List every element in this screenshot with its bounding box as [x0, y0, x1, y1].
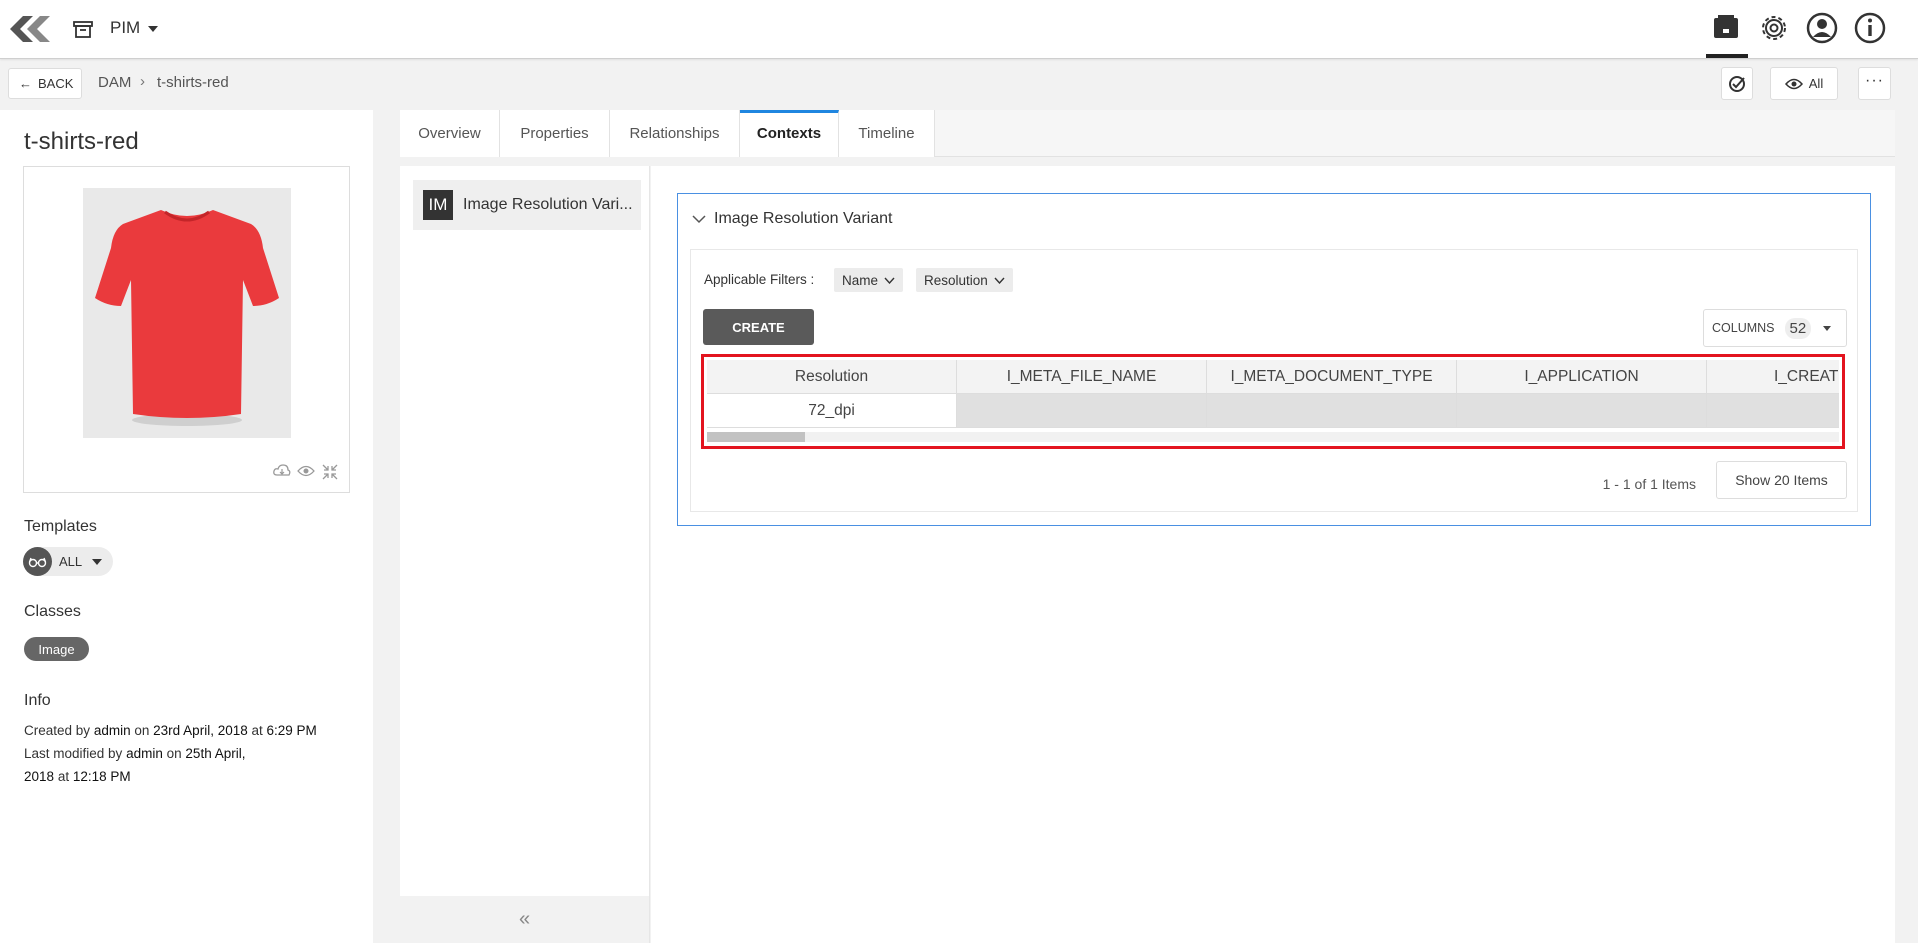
context-item[interactable]: IM Image Resolution Vari... [413, 180, 641, 230]
variant-panel-header[interactable]: Image Resolution Variant [692, 210, 892, 228]
app-switcher-icon[interactable] [1708, 10, 1744, 46]
breadcrumb-current: t-shirts-red [157, 74, 229, 91]
horizontal-scrollbar[interactable] [707, 432, 1839, 442]
back-label: BACK [38, 76, 74, 91]
grid-cell[interactable] [1457, 394, 1707, 428]
more-options-button[interactable]: ··· [1858, 67, 1891, 100]
templates-label: Templates [24, 518, 97, 535]
view-filter-label: All [1808, 76, 1824, 91]
pagination-summary: 1 - 1 of 1 Items [1602, 476, 1696, 492]
download-icon[interactable] [273, 464, 291, 478]
archive-icon[interactable] [72, 18, 94, 40]
user-icon[interactable] [1804, 10, 1840, 46]
scrollbar-thumb[interactable] [707, 432, 805, 442]
grid-header-cell[interactable]: I_META_FILE_NAME [957, 360, 1207, 394]
grid-cell[interactable]: 72_dpi [707, 394, 957, 428]
modified-info: Last modified by admin on 25th April, [24, 746, 246, 761]
tab-bar: Overview Properties Relationships Contex… [400, 110, 1895, 157]
classes-label: Classes [24, 603, 81, 620]
check-circle-icon [1729, 75, 1745, 92]
grid-cell[interactable] [957, 394, 1207, 428]
grid-cell[interactable] [1207, 394, 1457, 428]
preview-eye-icon[interactable] [297, 464, 315, 478]
collapse-panel-button[interactable]: « [400, 896, 649, 943]
data-grid: Resolution I_META_FILE_NAME I_META_DOCUM… [707, 360, 1839, 430]
approve-button[interactable] [1721, 67, 1753, 100]
grid-header-cell[interactable]: I_CREATE_ [1707, 360, 1839, 394]
context-badge: IM [423, 190, 453, 220]
modified-date: 25th April, [185, 746, 246, 761]
columns-label: COLUMNS [1712, 321, 1775, 335]
thumbnail-box [23, 166, 350, 493]
chevron-down-icon [994, 277, 1005, 284]
arrow-left-icon: ← [19, 76, 32, 91]
double-chevron-left-icon: « [518, 908, 531, 930]
more-dots-icon: ··· [1865, 71, 1884, 89]
app-menu-caret-icon[interactable] [148, 26, 158, 32]
thumbnail-image[interactable] [83, 188, 291, 438]
create-button[interactable]: CREATE [703, 309, 814, 345]
tshirt-image [95, 210, 279, 426]
tab-properties[interactable]: Properties [500, 110, 610, 157]
created-by: admin [93, 723, 131, 738]
collapse-arrows-icon[interactable] [321, 464, 339, 480]
created-date: 23rd April, 2018 [153, 723, 248, 738]
chevron-down-icon [884, 277, 895, 284]
view-filter-button[interactable]: All [1770, 67, 1838, 100]
breadcrumb-separator: › [140, 73, 145, 90]
variant-title: Image Resolution Variant [714, 210, 893, 227]
modified-info-cont: 2018 at 12:18 PM [24, 769, 131, 784]
grid-header-cell[interactable]: Resolution [707, 360, 957, 394]
created-info: Created by admin on 23rd April, 2018 at … [24, 723, 317, 738]
grid-header-cell[interactable]: I_APPLICATION [1457, 360, 1707, 394]
thumbnail-tools [273, 464, 339, 480]
modified-by: admin [126, 746, 163, 761]
eye-icon [1784, 78, 1803, 89]
context-item-label: Image Resolution Vari... [463, 196, 633, 213]
columns-selector[interactable]: COLUMNS 52 [1703, 309, 1847, 347]
tab-contexts[interactable]: Contexts [740, 110, 839, 157]
tab-timeline[interactable]: Timeline [839, 110, 935, 157]
created-time: 6:29 PM [266, 723, 317, 738]
entity-title: t-shirts-red [24, 128, 139, 155]
templates-value: ALL [59, 554, 83, 569]
filter-resolution[interactable]: Resolution [916, 268, 1013, 292]
caret-down-icon [1823, 325, 1832, 331]
logo-icon[interactable] [6, 12, 52, 46]
top-bar: PIM [0, 0, 1918, 59]
active-app-indicator [1706, 54, 1748, 58]
back-button[interactable]: ← BACK [8, 68, 82, 99]
modified-time: 12:18 PM [72, 769, 131, 784]
grid-header-cell[interactable]: I_META_DOCUMENT_TYPE [1207, 360, 1457, 394]
info-label: Info [24, 692, 51, 709]
grid-highlight-box: Resolution I_META_FILE_NAME I_META_DOCUM… [701, 354, 1845, 449]
context-list: IM Image Resolution Vari... « [400, 166, 650, 943]
filter-name[interactable]: Name [834, 268, 904, 292]
breadcrumb-dam[interactable]: DAM [98, 74, 131, 91]
app-name[interactable]: PIM [110, 18, 140, 38]
class-badge[interactable]: Image [24, 637, 89, 661]
grid-header-row: Resolution I_META_FILE_NAME I_META_DOCUM… [707, 360, 1839, 394]
info-icon[interactable] [1852, 10, 1888, 46]
templates-dropdown[interactable]: ALL [23, 547, 113, 576]
tab-overview[interactable]: Overview [400, 110, 500, 157]
table-row[interactable]: 72_dpi [707, 394, 1839, 428]
variant-panel: Image Resolution Variant Applicable Filt… [677, 193, 1871, 526]
caret-down-icon [92, 558, 103, 565]
columns-count: 52 [1784, 317, 1812, 339]
page-size-button[interactable]: Show 20 Items [1716, 461, 1847, 499]
glasses-icon [23, 547, 52, 576]
variant-grid-container: Applicable Filters : Name Resolution CRE… [690, 249, 1858, 512]
tab-relationships[interactable]: Relationships [610, 110, 740, 157]
chevron-down-icon [692, 215, 706, 224]
gear-icon[interactable] [1756, 10, 1792, 46]
grid-cell[interactable] [1707, 394, 1839, 428]
filters-label: Applicable Filters : [704, 272, 815, 287]
